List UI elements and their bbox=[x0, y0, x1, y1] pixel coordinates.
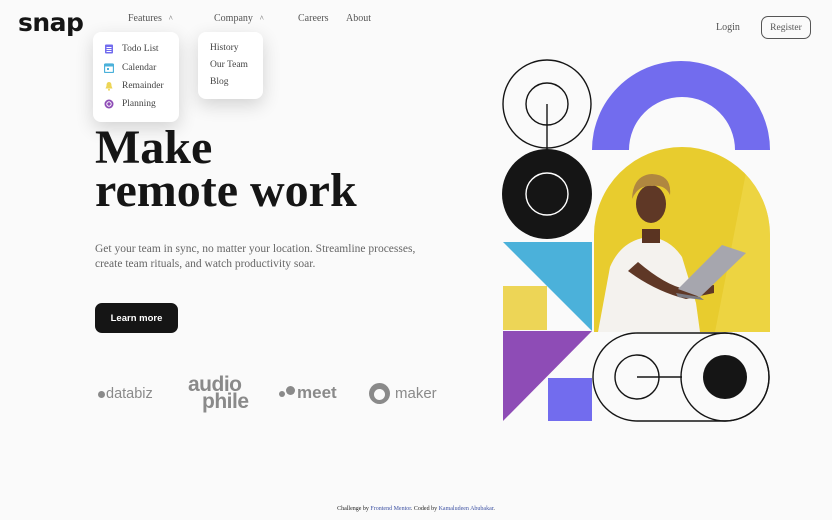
maker-wordmark: maker bbox=[395, 385, 437, 402]
snap-logo[interactable]: snap bbox=[18, 8, 84, 37]
features-item-label: Remainder bbox=[122, 81, 164, 91]
features-item-label: Planning bbox=[122, 99, 156, 109]
yellow-square-shape bbox=[503, 286, 547, 330]
hero-illustration bbox=[502, 59, 770, 422]
frontend-mentor-link[interactable]: Frontend Mentor bbox=[370, 506, 411, 512]
nav-company[interactable]: Company ^ bbox=[214, 13, 264, 24]
circle-outline-top bbox=[502, 59, 592, 153]
features-item-todo-list[interactable]: Todo List bbox=[104, 44, 159, 54]
company-item-our-team[interactable]: Our Team bbox=[210, 60, 248, 70]
todo-list-icon bbox=[105, 44, 113, 54]
meet-dots-icon bbox=[286, 386, 295, 395]
maker-swirl-icon bbox=[369, 383, 390, 404]
features-item-label: Calendar bbox=[122, 63, 157, 73]
register-button[interactable]: Register bbox=[761, 16, 811, 39]
databiz-wordmark: databiz bbox=[106, 386, 153, 402]
headline-line-1: Make bbox=[95, 121, 213, 174]
client-logo-audiophile: audio phile bbox=[188, 374, 249, 412]
client-logo-maker: maker bbox=[369, 383, 437, 404]
footer-suffix: . bbox=[493, 506, 495, 512]
nav-features[interactable]: Features ^ bbox=[128, 13, 173, 24]
purple-arch-shape bbox=[592, 61, 770, 150]
hero-headline: Make remote work bbox=[95, 121, 357, 217]
meet-dots-icon bbox=[279, 391, 285, 397]
company-item-history[interactable]: History bbox=[210, 43, 239, 53]
planning-icon bbox=[104, 99, 114, 109]
footer-prefix: Challenge by bbox=[337, 506, 369, 512]
nav-company-label: Company bbox=[214, 13, 253, 24]
nav-features-label: Features bbox=[128, 13, 162, 24]
client-logo-databiz: databiz bbox=[98, 386, 153, 402]
headline-line-2: remote work bbox=[95, 164, 357, 217]
login-link[interactable]: Login bbox=[716, 22, 740, 33]
features-item-label: Todo List bbox=[122, 44, 159, 54]
features-dropdown: Todo List Calendar Remainder Planning bbox=[93, 32, 179, 122]
author-link[interactable]: Kamaludeen Abubakar bbox=[439, 506, 494, 512]
black-circle bbox=[502, 149, 592, 239]
learn-more-button[interactable]: Learn more bbox=[95, 303, 178, 333]
nav-about[interactable]: About bbox=[346, 13, 371, 24]
chevron-up-icon: ^ bbox=[259, 14, 264, 23]
person-photo bbox=[594, 147, 770, 332]
company-dropdown: History Our Team Blog bbox=[198, 32, 263, 99]
databiz-dot-icon bbox=[98, 391, 105, 398]
features-item-planning[interactable]: Planning bbox=[104, 99, 156, 109]
company-item-blog[interactable]: Blog bbox=[210, 77, 228, 87]
calendar-icon bbox=[104, 63, 114, 73]
bell-icon bbox=[105, 82, 113, 91]
nav-careers[interactable]: Careers bbox=[298, 13, 329, 24]
chevron-up-icon: ^ bbox=[168, 14, 173, 23]
client-logo-meet: meet bbox=[279, 383, 337, 403]
footer-middle: . Coded by bbox=[410, 506, 438, 512]
attribution-footer: Challenge by Frontend Mentor. Coded by K… bbox=[0, 506, 832, 512]
pill-outline-shape bbox=[592, 332, 770, 422]
purple-square-shape bbox=[548, 378, 592, 421]
hero-subtext: Get your team in sync, no matter your lo… bbox=[95, 243, 416, 270]
features-item-remainder[interactable]: Remainder bbox=[104, 81, 164, 91]
meet-wordmark: meet bbox=[297, 383, 337, 402]
features-item-calendar[interactable]: Calendar bbox=[104, 63, 156, 73]
